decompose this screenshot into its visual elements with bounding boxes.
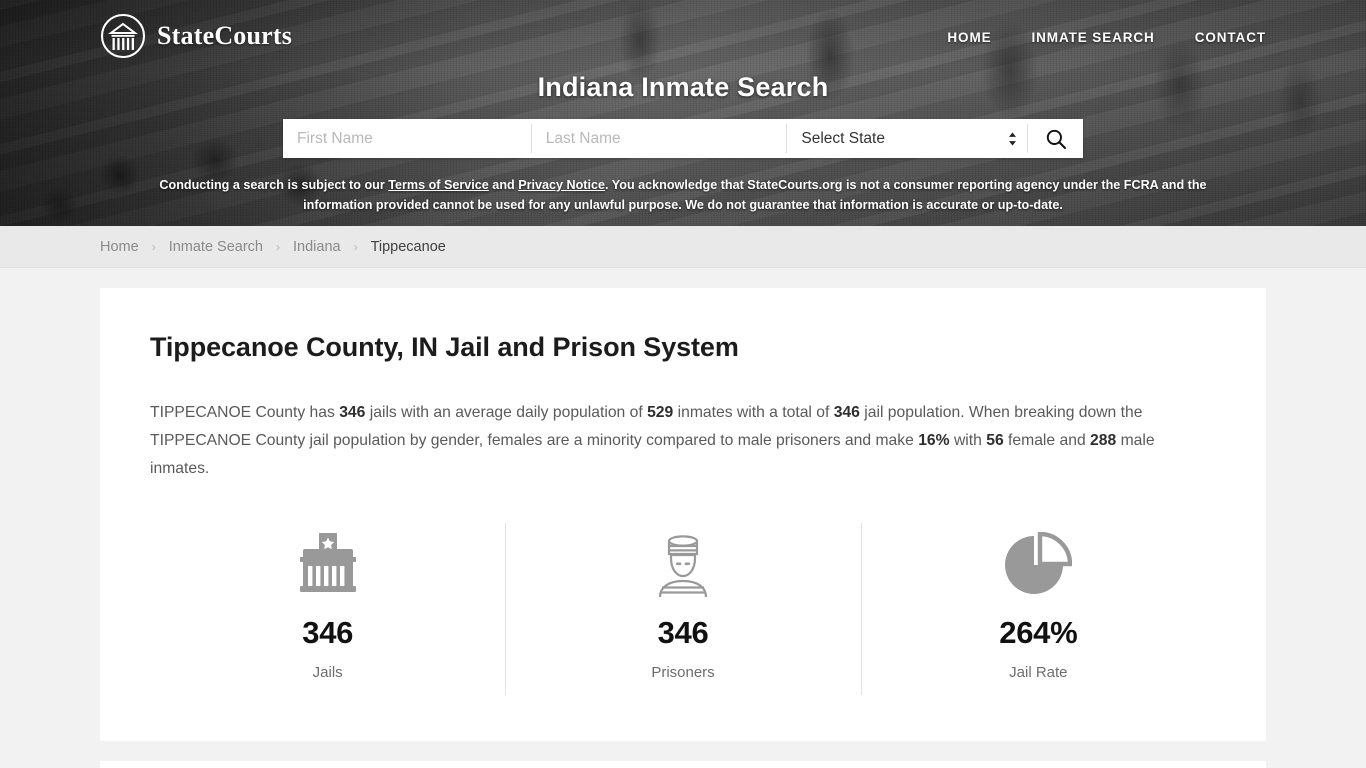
- search-button[interactable]: [1028, 119, 1083, 158]
- nav-item-contact[interactable]: CONTACT: [1175, 26, 1266, 49]
- site-brand-name: StateCourts: [157, 21, 293, 50]
- hero-title: Indiana Inmate Search: [537, 72, 829, 102]
- breadcrumb-item-home[interactable]: Home: [100, 239, 139, 255]
- breadcrumb-item-indiana[interactable]: Indiana: [293, 239, 341, 255]
- jails-count-value: 346: [339, 404, 366, 421]
- average-daily-population-value: 529: [647, 404, 674, 421]
- county-overview-card: Tippecanoe County, IN Jail and Prison Sy…: [100, 288, 1266, 741]
- first-name-input[interactable]: [283, 119, 531, 158]
- jail-building-icon: [299, 533, 356, 592]
- stat-prisoners: 346 Prisoners: [505, 523, 860, 695]
- stat-icon-wrapper: [505, 529, 860, 601]
- state-select[interactable]: Select State: [787, 119, 1028, 158]
- stat-value-prisoners: 346: [657, 615, 709, 650]
- summary-text-2: jails with an average daily population o…: [365, 404, 648, 421]
- stat-label-jail-rate: Jail Rate: [1009, 664, 1068, 681]
- county-statistics: 346 Jails 346 Prisoners 264% Jail Rate: [150, 523, 1216, 695]
- last-name-input[interactable]: [531, 119, 787, 158]
- stat-label-jails: Jails: [312, 664, 343, 681]
- summary-text-5: with: [949, 432, 987, 449]
- page-content: Tippecanoe County, IN Jail and Prison Sy…: [0, 268, 1366, 768]
- main-navigation: HOME INMATE SEARCH CONTACT: [927, 26, 1266, 49]
- stat-jail-rate: 264% Jail Rate: [860, 523, 1216, 695]
- summary-text-6: female and: [1003, 432, 1091, 449]
- terms-of-service-link[interactable]: Terms of Service: [388, 178, 489, 192]
- pie-chart-icon: [1005, 532, 1073, 594]
- county-summary-paragraph: TIPPECANOE County has 346 jails with an …: [150, 399, 1216, 483]
- breadcrumb-separator-icon: ›: [151, 239, 156, 254]
- female-inmates-value: 56: [986, 432, 1004, 449]
- inmate-search-form: Select State: [283, 119, 1083, 158]
- state-select-wrapper: Select State: [787, 119, 1028, 158]
- breadcrumb-separator-icon: ›: [276, 239, 280, 254]
- search-disclaimer: Conducting a search is subject to our Te…: [130, 175, 1236, 215]
- breadcrumb-item-tippecanoe: Tippecanoe: [370, 238, 446, 255]
- disclaimer-text-2: and: [488, 178, 519, 192]
- stat-value-jail-rate: 264%: [999, 615, 1078, 650]
- prisoner-icon: [658, 535, 708, 598]
- summary-text-1: TIPPECANOE County has: [150, 404, 340, 421]
- stat-icon-wrapper: [150, 529, 505, 601]
- summary-text-3: inmates with a total of: [673, 404, 834, 421]
- breadcrumb-separator-icon: ›: [353, 239, 358, 254]
- stat-icon-wrapper: [861, 529, 1216, 601]
- stat-label-prisoners: Prisoners: [651, 664, 715, 681]
- total-jail-population-value: 346: [833, 404, 860, 421]
- nav-item-home[interactable]: HOME: [927, 26, 1011, 49]
- disclaimer-text-1: Conducting a search is subject to our: [159, 178, 389, 192]
- nav-item-inmate-search[interactable]: INMATE SEARCH: [1012, 26, 1175, 49]
- site-header: StateCourts HOME INMATE SEARCH CONTACT I…: [0, 0, 1366, 226]
- site-logo-link[interactable]: StateCourts: [100, 13, 292, 59]
- stat-jails: 346 Jails: [150, 523, 505, 695]
- privacy-notice-link[interactable]: Privacy Notice: [518, 178, 605, 192]
- male-inmates-value: 288: [1090, 432, 1117, 449]
- breadcrumb-item-inmate-search[interactable]: Inmate Search: [169, 239, 263, 255]
- page-title: Tippecanoe County, IN Jail and Prison Sy…: [150, 332, 739, 362]
- female-percentage-value: 16%: [918, 432, 950, 449]
- courthouse-circle-icon: [100, 13, 146, 59]
- search-icon: [1046, 129, 1066, 149]
- stat-value-jails: 346: [302, 615, 354, 650]
- breadcrumb: Home › Inmate Search › Indiana › Tippeca…: [0, 226, 1366, 268]
- secondary-card: [100, 761, 1266, 768]
